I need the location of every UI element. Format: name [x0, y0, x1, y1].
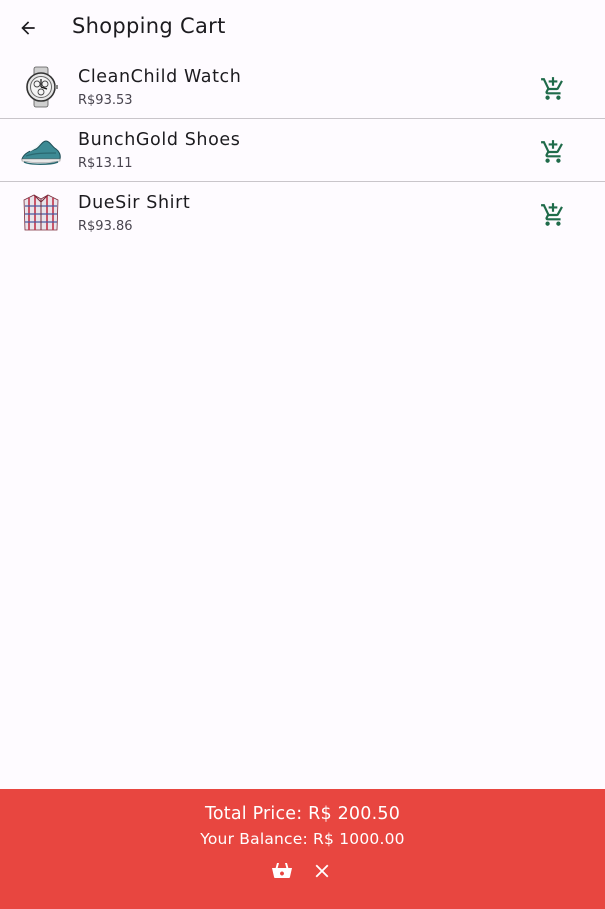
shoes-image — [21, 140, 61, 165]
list-item[interactable]: DueSir Shirt R$93.86 — [0, 182, 605, 245]
shopping-basket-icon[interactable] — [270, 859, 294, 883]
item-price: R$93.86 — [78, 219, 133, 234]
item-name: BunchGold Shoes — [78, 130, 241, 150]
arrow-back-icon — [21, 21, 35, 35]
cart-list: CleanChild Watch R$93.53 BunchGold Shoes… — [0, 56, 605, 245]
item-price: R$93.53 — [78, 93, 133, 108]
list-item[interactable]: CleanChild Watch R$93.53 — [0, 56, 605, 119]
top-app-bar: Shopping Cart — [0, 0, 605, 56]
total-price: Total Price: R$ 200.50 — [204, 804, 401, 824]
add-shopping-cart-icon[interactable] — [540, 202, 566, 228]
shirt-image — [23, 194, 59, 231]
page-title: Shopping Cart — [72, 14, 226, 38]
back-button[interactable] — [14, 14, 42, 42]
item-name: CleanChild Watch — [78, 67, 242, 87]
item-price: R$13.11 — [78, 156, 133, 171]
list-item[interactable]: BunchGold Shoes R$13.11 — [0, 119, 605, 182]
add-shopping-cart-icon[interactable] — [540, 139, 566, 165]
item-name: DueSir Shirt — [78, 193, 191, 213]
add-shopping-cart-icon[interactable] — [540, 76, 566, 102]
watch-image — [26, 66, 58, 108]
close-icon[interactable] — [311, 860, 333, 882]
shopping-cart-screen: Shopping Cart CleanChild Watch R$93.53 B… — [0, 0, 605, 909]
balance: Your Balance: R$ 1000.00 — [200, 830, 405, 848]
checkout-footer: Total Price: R$ 200.50 Your Balance: R$ … — [0, 789, 605, 909]
